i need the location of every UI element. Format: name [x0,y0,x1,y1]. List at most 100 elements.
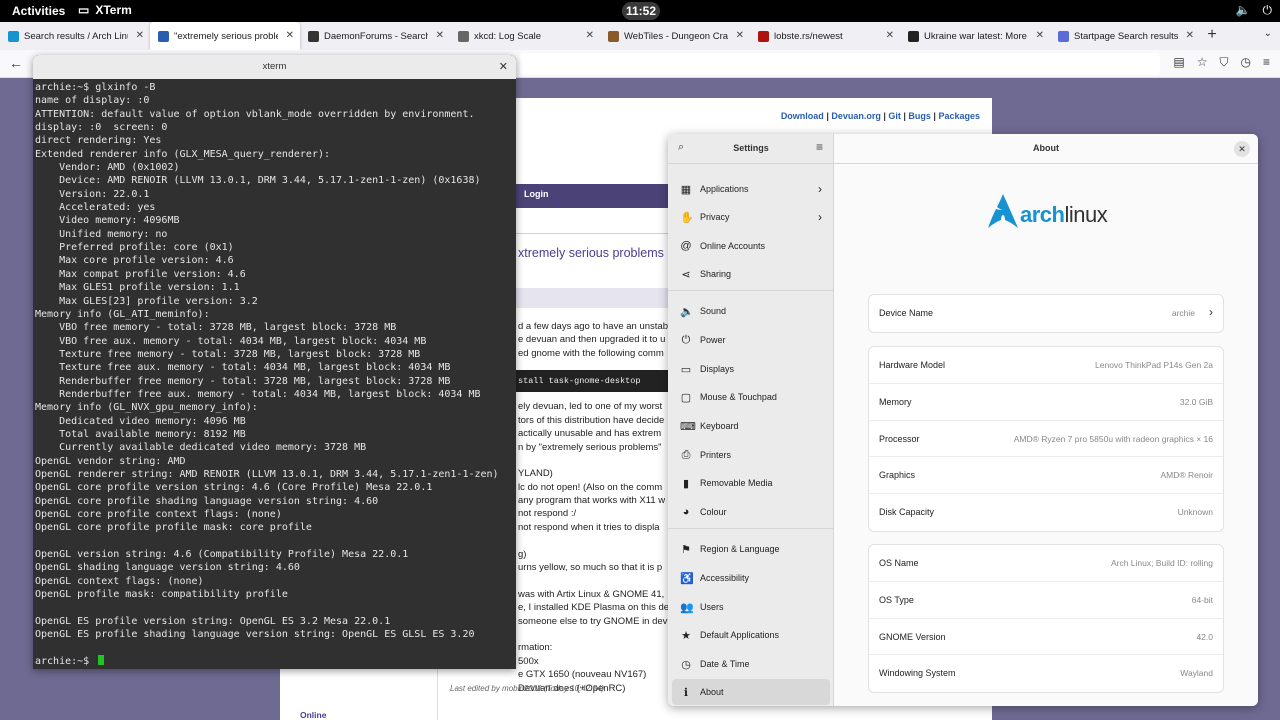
tab-close-icon[interactable]: ✕ [1186,30,1194,41]
info-row: OS Name Arch Linux; Build ID: rolling [869,545,1223,582]
new-tab-button[interactable]: + [1200,22,1224,50]
tab-close-icon[interactable]: ✕ [136,30,144,41]
top-link[interactable]: Git [888,111,901,121]
sidebar-item-label: Sharing [700,269,732,279]
terminal-line: archie:~$ [35,655,96,667]
terminal-line: Vendor: AMD (0x1002) [35,162,180,174]
colour-icon: ◕ [682,506,690,518]
browser-tab[interactable]: Ukraine war latest: More evi ✕ [900,22,1050,50]
sidebar-item-printers[interactable]: ⎙ Printers [672,442,830,468]
terminal-line: Renderbuffer free memory - total: 3728 M… [35,375,451,387]
terminal-line: OpenGL core profile version string: 4.6 … [35,482,433,494]
terminal-line: Max compat profile version: 4.6 [35,268,246,280]
sidebar-item-label: Default Applications [700,630,780,640]
history-icon[interactable]: ◷ [1241,55,1251,70]
tab-close-icon[interactable]: ✕ [436,30,444,41]
back-arrow-icon[interactable]: ← [9,55,23,71]
app-menu[interactable]: ▭ XTerm [78,3,132,17]
sidebar-item-displays[interactable]: ▭ Displays [672,356,830,382]
sidebar-item-about[interactable]: ℹ About [672,679,830,705]
system-tray[interactable]: 🔈 ⏻ [1236,3,1272,18]
sidebar-item-users[interactable]: 👥 Users [672,594,830,620]
post-line: lc do not open! (Also on the comm [518,481,663,493]
sidebar-item-colour[interactable]: ◕ Colour [672,499,830,525]
top-link[interactable]: Packages [938,111,980,121]
terminal-output[interactable]: archie:~$ glxinfo -B name of display: :0… [33,79,516,668]
terminal-line: Dedicated video memory: 4096 MB [35,415,246,427]
sidebar-item-date-time[interactable]: ◷ Date & Time [672,651,830,677]
terminal-line: Max GLES1 profile version: 1.1 [35,282,240,294]
sidebar-item-removable-media[interactable]: ▮ Removable Media [672,470,830,496]
browser-tab[interactable]: Search results / Arch Linux F ✕ [0,22,150,50]
top-link[interactable]: Devuan.org [831,111,881,121]
device-name-card[interactable]: Device Name archie › [868,294,1224,333]
tab-close-icon[interactable]: ✕ [586,30,594,41]
tab-title: Ukraine war latest: More evi [924,30,1028,42]
browser-tab[interactable]: WebTiles - Dungeon Crawl S ✕ [600,22,750,50]
sidebar-item-label: Colour [700,507,727,517]
at-icon: @ [680,240,692,252]
xterm-window[interactable]: xterm ✕ archie:~$ glxinfo -B name of dis… [33,55,516,669]
sidebar-item-applications[interactable]: ▦ Applications › [672,176,830,202]
browser-tab[interactable]: "extremely serious problems ✕ [150,22,300,50]
info-label: OS Name [879,558,919,568]
close-icon[interactable]: ✕ [499,55,508,79]
xterm-titlebar[interactable]: xterm ✕ [33,55,516,79]
url-bar[interactable] [520,53,1160,75]
browser-tab[interactable]: xkcd: Log Scale ✕ [450,22,600,50]
browser-tab[interactable]: DaemonForums - Search Re ✕ [300,22,450,50]
sidebar-item-keyboard[interactable]: ⌨ Keyboard [672,413,830,439]
menu-icon[interactable]: ≡ [1263,55,1270,70]
sidebar-item-label: Applications [700,184,749,194]
sidebar-item-online-accounts[interactable]: @ Online Accounts [672,233,830,259]
xterm-icon: ▭ [78,3,90,17]
info-value: AMD® Ryzen 7 pro 5850u with radeon graph… [1013,433,1213,444]
post-line: e devuan and then upgraded it to u [518,334,666,346]
terminal-line: name of display: :0 [35,95,150,107]
terminal-line: Texture free memory - total: 3728 MB, la… [35,348,421,360]
clock[interactable]: 11:52 [622,2,660,20]
code-block: stall task-gnome-desktop [516,370,676,392]
sidebar-item-label: Region & Language [700,544,780,554]
browser-tab[interactable]: lobste.rs/newest ✕ [750,22,900,50]
info-value: Wayland [1180,668,1213,679]
sidebar-item-region-language[interactable]: ⚑ Region & Language [672,536,830,562]
hamburger-menu-icon[interactable]: ≡ [816,140,823,154]
top-link[interactable]: Download [781,111,824,121]
pocket-icon[interactable]: ⛉ [1219,55,1228,70]
info-value: Unknown [1177,507,1213,518]
sidebar-item-label: Displays [700,364,735,374]
os-card: OS Name Arch Linux; Build ID: rolling OS … [868,544,1224,694]
terminal-line: OpenGL shading language version string: … [35,562,300,574]
login-link[interactable]: Login [524,189,549,199]
sidebar-item-label: Privacy [700,212,730,222]
sidebar-item-mouse-touchpad[interactable]: ▢ Mouse & Touchpad [672,384,830,410]
device-name-row[interactable]: Device Name archie › [869,295,1223,332]
bookmark-star-icon[interactable]: ☆ [1197,55,1208,70]
info-row: Hardware Model Lenovo ThinkPad P14s Gen … [869,347,1223,384]
usb-icon: ▮ [682,477,690,490]
tab-list-icon[interactable]: ⌄ [1264,28,1272,39]
sidebar-item-privacy[interactable]: ✋ Privacy › [672,204,830,230]
sidebar-item-default-applications[interactable]: ★ Default Applications [672,622,830,648]
sidebar-item-sound[interactable]: 🔈 Sound [672,298,830,324]
favicon-icon [458,30,469,42]
terminal-line: ATTENTION: default value of option vblan… [35,108,475,120]
browser-tab[interactable]: Startpage Search results ✕ [1050,22,1200,50]
sidebar-item-power[interactable]: ⏻ Power [672,327,830,353]
star-icon: ★ [681,629,691,642]
post-line: e, I installed KDE Plasma on this de [518,602,670,614]
sidebar-item-sharing[interactable]: ⋖ Sharing [672,261,830,287]
terminal-line: Max GLES[23] profile version: 3.2 [35,295,258,307]
tab-title: Search results / Arch Linux F [24,30,128,42]
tab-close-icon[interactable]: ✕ [1036,30,1044,41]
arch-linux-logo: archlinux [988,194,1108,228]
tab-close-icon[interactable]: ✕ [886,30,894,41]
activities-button[interactable]: Activities [12,4,65,18]
tab-close-icon[interactable]: ✕ [286,30,294,41]
close-icon[interactable]: ✕ [1234,141,1250,157]
tab-close-icon[interactable]: ✕ [736,30,744,41]
top-link[interactable]: Bugs [908,111,931,121]
reader-view-icon[interactable]: ▤ [1173,55,1184,70]
sidebar-item-accessibility[interactable]: ♿ Accessibility [672,565,830,591]
